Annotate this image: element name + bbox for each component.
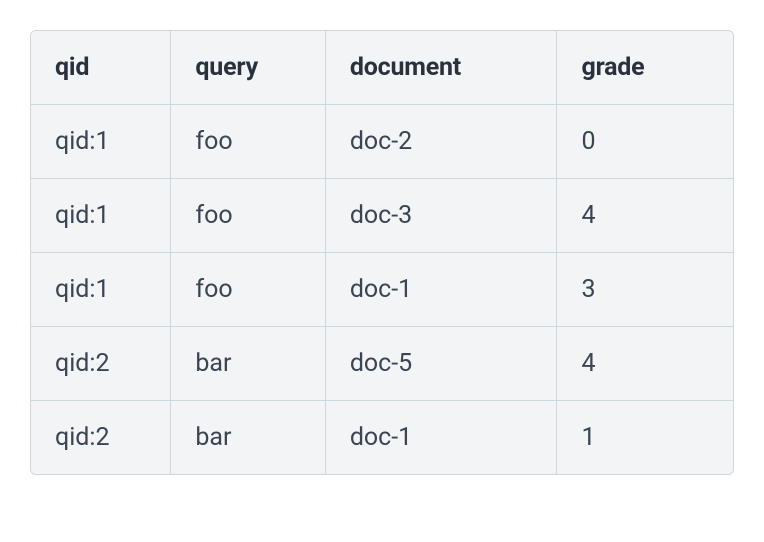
- table-row: qid:2 bar doc-5 4: [31, 327, 733, 401]
- table-header-row: qid query document grade: [31, 31, 733, 105]
- cell-document: doc-3: [326, 179, 558, 253]
- cell-qid: qid:2: [31, 327, 171, 401]
- table-row: qid:1 foo doc-1 3: [31, 253, 733, 327]
- table-row: qid:1 foo doc-3 4: [31, 179, 733, 253]
- cell-query: bar: [171, 401, 325, 474]
- data-table: qid query document grade qid:1 foo doc-2…: [30, 30, 734, 475]
- cell-qid: qid:2: [31, 401, 171, 474]
- header-grade: grade: [557, 31, 733, 105]
- cell-grade: 3: [557, 253, 733, 327]
- cell-grade: 1: [557, 401, 733, 474]
- cell-qid: qid:1: [31, 179, 171, 253]
- cell-query: foo: [171, 253, 325, 327]
- header-qid: qid: [31, 31, 171, 105]
- table-row: qid:2 bar doc-1 1: [31, 401, 733, 474]
- header-query: query: [171, 31, 325, 105]
- table-row: qid:1 foo doc-2 0: [31, 105, 733, 179]
- header-document: document: [326, 31, 558, 105]
- cell-document: doc-1: [326, 401, 558, 474]
- cell-document: doc-1: [326, 253, 558, 327]
- cell-grade: 0: [557, 105, 733, 179]
- cell-query: foo: [171, 179, 325, 253]
- cell-qid: qid:1: [31, 253, 171, 327]
- cell-grade: 4: [557, 179, 733, 253]
- cell-query: bar: [171, 327, 325, 401]
- cell-query: foo: [171, 105, 325, 179]
- cell-qid: qid:1: [31, 105, 171, 179]
- cell-grade: 4: [557, 327, 733, 401]
- cell-document: doc-5: [326, 327, 558, 401]
- cell-document: doc-2: [326, 105, 558, 179]
